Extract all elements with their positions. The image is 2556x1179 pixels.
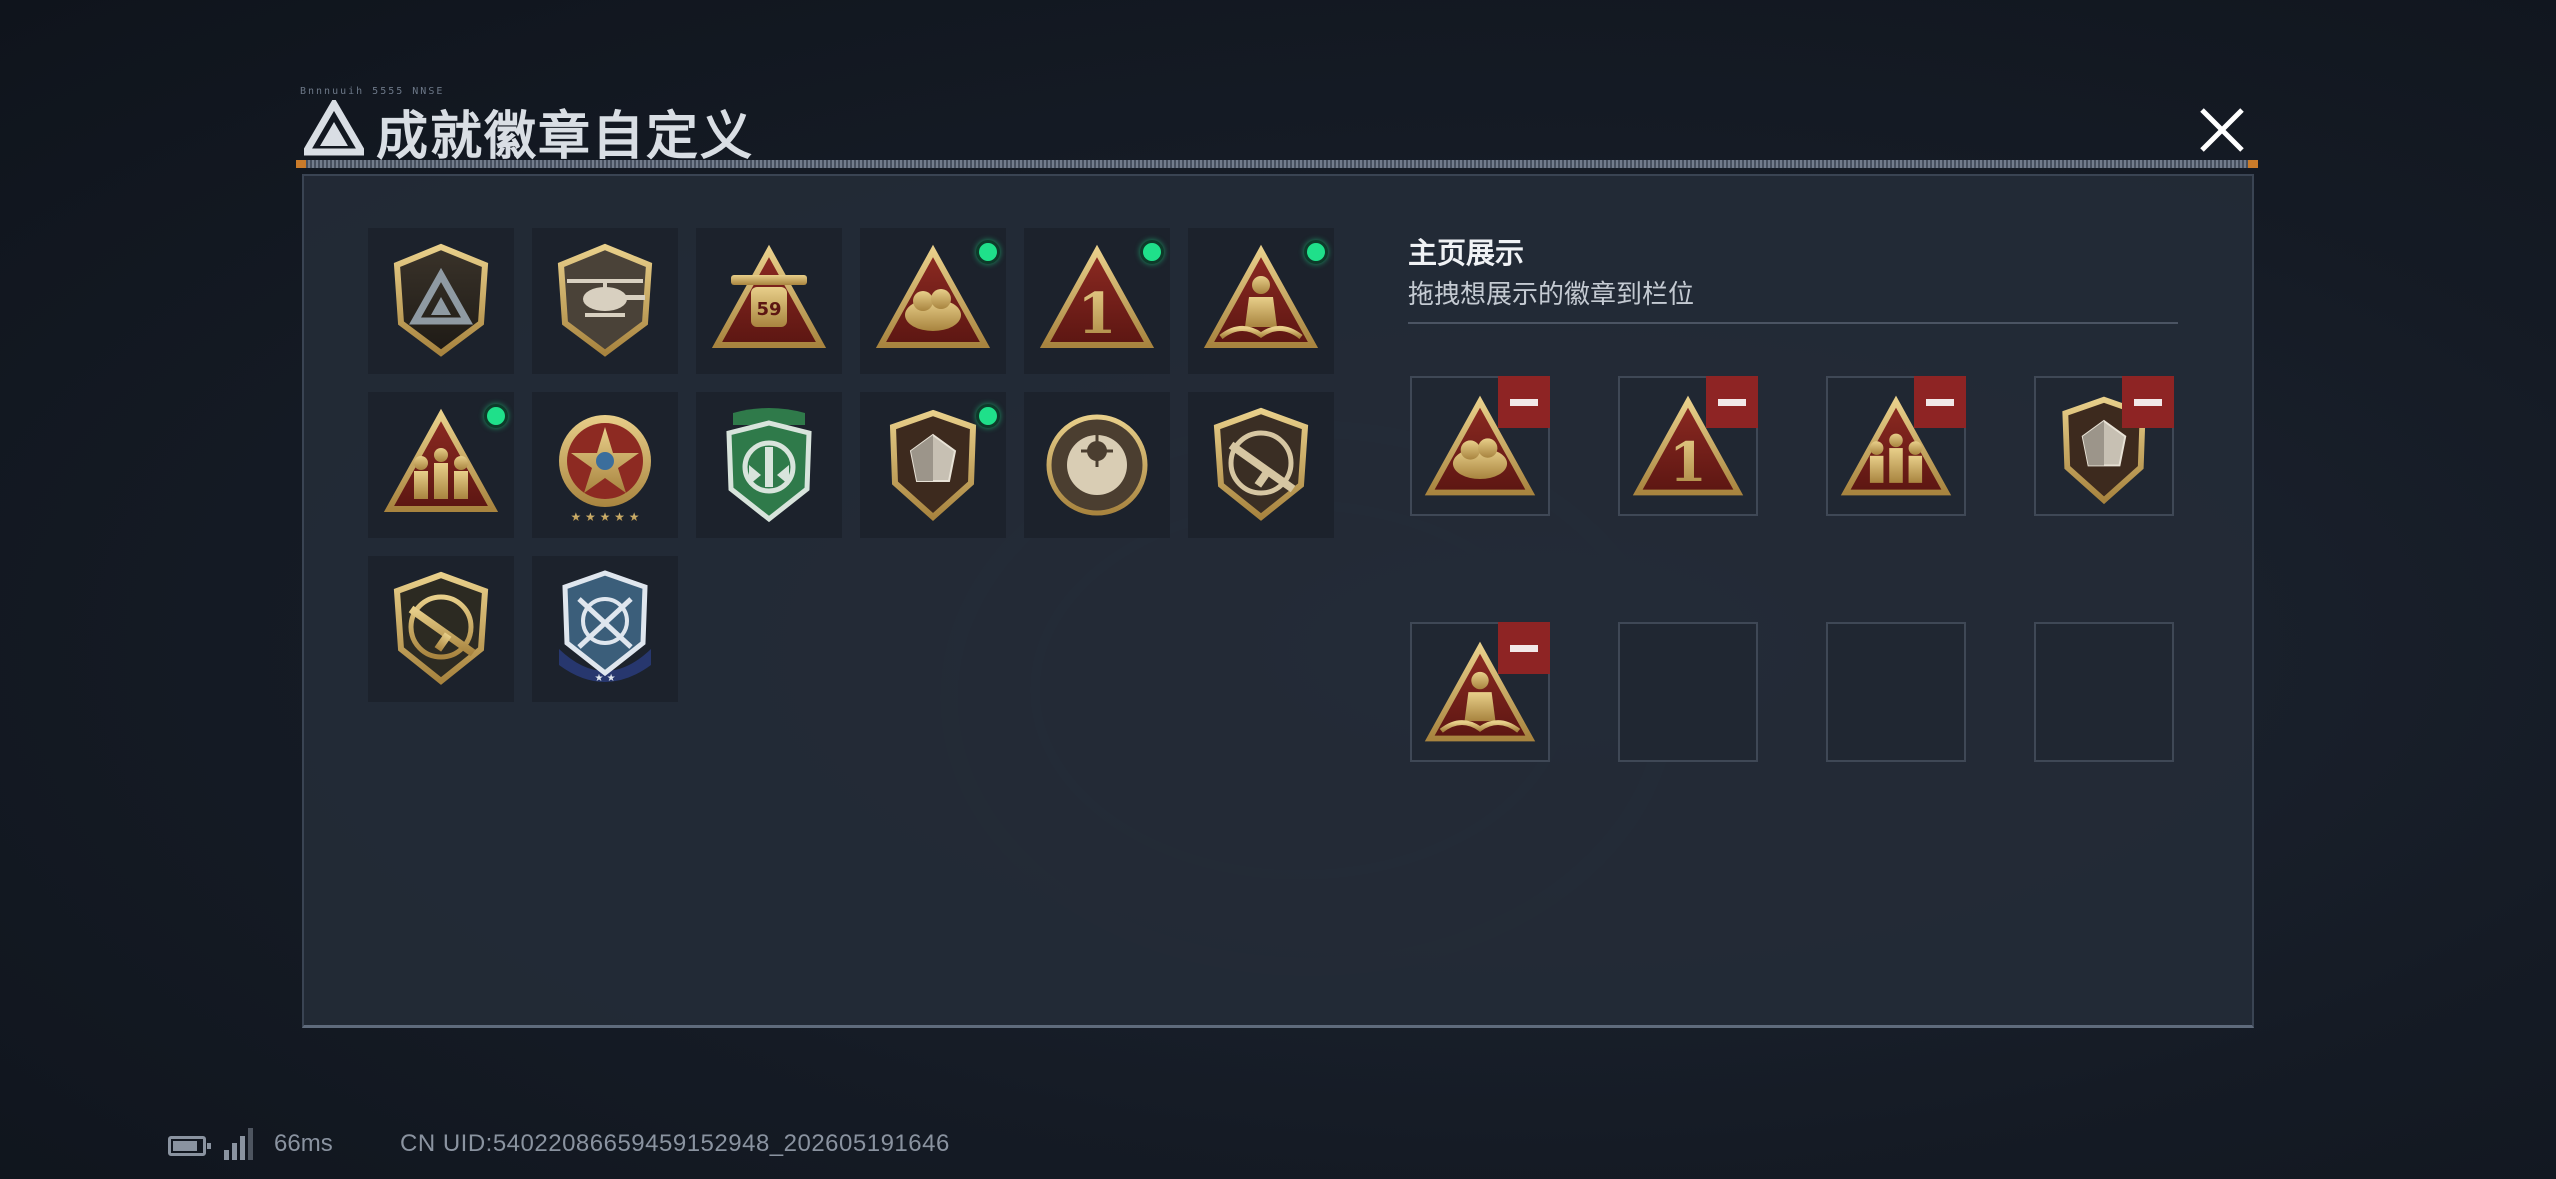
showcase-slot-7-empty[interactable] xyxy=(1826,622,1966,762)
badge-tile-tank-59[interactable]: 59 xyxy=(696,228,842,374)
crossed-blades-blue-badge-icon: ★ ★ xyxy=(559,570,651,684)
new-indicator xyxy=(484,404,508,428)
showcase-slot-6-empty[interactable] xyxy=(1618,622,1758,762)
tank-59-label: 59 xyxy=(756,299,781,320)
remove-badge-button[interactable] xyxy=(1498,622,1550,674)
new-indicator xyxy=(1140,240,1164,264)
badge-tile-helicopter[interactable] xyxy=(532,228,678,374)
helicopter-shield-badge-icon xyxy=(557,243,653,357)
badge-tile-crossed-blades[interactable]: ★ ★ xyxy=(532,556,678,702)
battery-icon xyxy=(168,1136,211,1156)
gem-shield-badge-icon xyxy=(889,409,977,522)
showcase-slot-4[interactable] xyxy=(2034,376,2174,516)
title-divider-end-right xyxy=(2248,160,2258,168)
user-uid: CN UID:540220866594591529​48_20260519164… xyxy=(400,1130,950,1157)
hand-chest-triangle-badge-icon xyxy=(875,244,991,348)
badge-tile-green-wing[interactable] xyxy=(696,392,842,538)
showcase-slot-2[interactable]: 1 xyxy=(1618,376,1758,516)
number-one-label: 1 xyxy=(1669,430,1707,494)
kneeling-figure-triangle-badge-icon xyxy=(1203,244,1319,348)
dialog-header: Bnnnuuih 5555 NNSE 成就徽章自定义 xyxy=(300,86,2250,170)
signal-icon xyxy=(224,1128,258,1160)
star-medal-badge-icon: ★ ★ ★ ★ ★ xyxy=(559,415,651,524)
soldiers-triangle-badge-icon xyxy=(383,408,499,512)
showcase-heading: 主页展示 xyxy=(1408,236,1525,270)
remove-badge-button[interactable] xyxy=(2122,376,2174,428)
badge-tile-hand-chest[interactable] xyxy=(860,228,1006,374)
close-icon xyxy=(2200,108,2244,152)
delta-shield-badge-icon xyxy=(393,243,489,357)
badge-tile-soldiers[interactable] xyxy=(368,392,514,538)
green-wing-shield-badge-icon xyxy=(726,408,812,523)
svg-text:★ ★: ★ ★ xyxy=(594,673,615,684)
dialog-title: 成就徽章自定义 xyxy=(376,107,755,167)
number-one-triangle-badge-icon: 1 xyxy=(1039,244,1155,348)
badge-tile-star-medal[interactable]: ★ ★ ★ ★ ★ xyxy=(532,392,678,538)
showcase-slot-5[interactable] xyxy=(1410,622,1550,762)
badge-tile-kneeling-figure[interactable] xyxy=(1188,228,1334,374)
remove-badge-button[interactable] xyxy=(1914,376,1966,428)
badge-tile-delta-shield[interactable] xyxy=(368,228,514,374)
close-button[interactable] xyxy=(2192,100,2252,160)
remove-badge-button[interactable] xyxy=(1498,376,1550,428)
title-divider xyxy=(300,160,2255,168)
badge-tile-rifle[interactable] xyxy=(1188,392,1334,538)
showcase-slot-3[interactable] xyxy=(1826,376,1966,516)
remove-badge-button[interactable] xyxy=(1706,376,1758,428)
new-indicator xyxy=(976,240,1000,264)
number-one-label: 1 xyxy=(1078,281,1117,347)
rifle-shield-gold-badge-icon xyxy=(393,571,489,685)
delta-triangle-logo-icon xyxy=(304,100,364,156)
showcase-subtitle: 拖拽想展示的徽章到栏位 xyxy=(1408,280,1695,310)
rifle-shield-badge-icon xyxy=(1213,407,1309,521)
badge-tile-number-one[interactable]: 1 xyxy=(1024,228,1170,374)
tank-59-triangle-badge-icon: 59 xyxy=(711,244,827,348)
status-bar: 66ms CN UID:540220866594591529​48_202605… xyxy=(168,1124,1068,1166)
svg-text:★ ★ ★ ★ ★: ★ ★ ★ ★ ★ xyxy=(570,510,639,524)
badge-tile-crosshair[interactable] xyxy=(1024,392,1170,538)
new-indicator xyxy=(976,404,1000,428)
showcase-slot-8-empty[interactable] xyxy=(2034,622,2174,762)
new-indicator xyxy=(1304,240,1328,264)
showcase-slot-1[interactable] xyxy=(1410,376,1550,516)
badge-tile-rifle-gold[interactable] xyxy=(368,556,514,702)
title-divider-end-left xyxy=(296,160,306,168)
crosshair-shield-badge-icon xyxy=(1046,414,1148,516)
badge-tile-gem-shield[interactable] xyxy=(860,392,1006,538)
showcase-divider xyxy=(1408,322,2178,324)
ping-value: 66ms xyxy=(274,1130,333,1157)
